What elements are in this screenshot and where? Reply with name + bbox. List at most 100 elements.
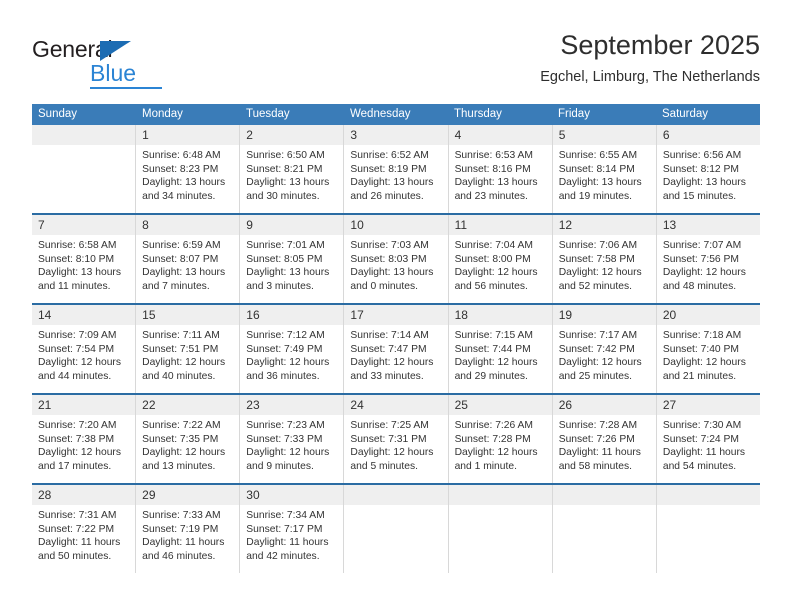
day-number: 27 <box>656 395 760 415</box>
general-blue-logo[interactable]: General Blue <box>32 36 232 92</box>
daylight-text-line1: Daylight: 12 hours <box>662 357 746 369</box>
calendar-grid: Sunday Monday Tuesday Wednesday Thursday Frid… <box>32 104 760 573</box>
calendar-day-cell[interactable]: 10 Sunrise: 7:03 AM Sunset: 8:03 PM Dayligh… <box>344 215 449 303</box>
calendar-day-cell[interactable]: 15 Sunrise: 7:11 AM Sunset: 7:51 PM Dayligh… <box>136 305 241 393</box>
calendar-day-cell[interactable]: 1 Sunrise: 6:48 AM Sunset: 8:23 PM Daylight… <box>136 125 241 213</box>
weekday-header-wednesday: Wednesday <box>350 108 411 120</box>
daylight-text-line2: and 42 minutes. <box>246 550 320 562</box>
day-number: 16 <box>240 305 344 325</box>
calendar-day-cell[interactable]: 6 Sunrise: 6:56 AM Sunset: 8:12 PM Daylight… <box>656 125 760 213</box>
logo-underline <box>90 87 162 89</box>
daylight-text-line2: and 30 minutes. <box>246 190 320 202</box>
sunrise-text: Sunrise: 7:03 AM <box>350 240 429 251</box>
day-number: 13 <box>656 215 760 235</box>
weekday-header-row: Sunday Monday Tuesday Wednesday Thursday Frid… <box>32 104 760 125</box>
sunrise-text: Sunrise: 6:55 AM <box>558 150 638 161</box>
sunrise-text: Sunrise: 7:14 AM <box>350 330 429 341</box>
day-number: 29 <box>136 485 240 505</box>
day-number: 5 <box>552 125 656 145</box>
day-number: 21 <box>32 395 136 415</box>
calendar-day-cell-empty <box>32 125 137 213</box>
day-number: 26 <box>552 395 656 415</box>
calendar-day-cell[interactable]: 9 Sunrise: 7:01 AM Sunset: 8:05 PM Daylight… <box>240 215 345 303</box>
weekday-header-thursday: Thursday <box>454 108 502 120</box>
day-details: Sunrise: 7:33 AM Sunset: 7:19 PM Daylight:… <box>136 505 239 569</box>
calendar-day-cell[interactable]: 26 Sunrise: 7:28 AM Sunset: 7:26 PM Dayligh… <box>552 395 657 483</box>
daylight-text-line1: Daylight: 13 hours <box>350 177 434 189</box>
daylight-text-line1: Daylight: 12 hours <box>142 357 226 369</box>
daylight-text-line1: Daylight: 13 hours <box>454 177 538 189</box>
calendar-day-cell[interactable]: 17 Sunrise: 7:14 AM Sunset: 7:47 PM Dayligh… <box>344 305 449 393</box>
sunrise-text: Sunrise: 7:22 AM <box>142 420 221 431</box>
calendar-day-cell[interactable]: 4 Sunrise: 6:53 AM Sunset: 8:16 PM Daylight… <box>448 125 553 213</box>
day-number: 2 <box>240 125 344 145</box>
sunset-text: Sunset: 7:19 PM <box>142 523 219 535</box>
daylight-text-line2: and 26 minutes. <box>350 190 424 202</box>
calendar-day-cell[interactable]: 13 Sunrise: 7:07 AM Sunset: 7:56 PM Dayligh… <box>656 215 760 303</box>
calendar-day-cell[interactable]: 19 Sunrise: 7:17 AM Sunset: 7:42 PM Dayligh… <box>552 305 657 393</box>
sunset-text: Sunset: 7:49 PM <box>246 343 323 355</box>
calendar-day-cell[interactable]: 21 Sunrise: 7:20 AM Sunset: 7:38 PM Dayligh… <box>32 395 137 483</box>
title-block: September 2025 Egchel, Limburg, The Neth… <box>540 28 760 86</box>
sunset-text: Sunset: 7:26 PM <box>558 433 635 445</box>
weekday-header-friday: Friday <box>558 108 590 120</box>
calendar-page: General Blue September 2025 Egchel, Limb… <box>0 0 792 612</box>
calendar-day-cell[interactable]: 23 Sunrise: 7:23 AM Sunset: 7:33 PM Dayligh… <box>240 395 345 483</box>
sunset-text: Sunset: 8:05 PM <box>246 253 323 265</box>
calendar-day-cell[interactable]: 14 Sunrise: 7:09 AM Sunset: 7:54 PM Dayligh… <box>32 305 137 393</box>
daylight-text-line2: and 1 minute. <box>454 460 517 472</box>
sunrise-text: Sunrise: 7:18 AM <box>662 330 742 341</box>
calendar-day-cell[interactable]: 25 Sunrise: 7:26 AM Sunset: 7:28 PM Dayligh… <box>448 395 553 483</box>
logo-text-blue: Blue <box>90 60 137 86</box>
calendar-day-cell[interactable]: 24 Sunrise: 7:25 AM Sunset: 7:31 PM Dayligh… <box>344 395 449 483</box>
day-details: Sunrise: 7:09 AM Sunset: 7:54 PM Daylight:… <box>32 325 135 389</box>
day-details: Sunrise: 7:12 AM Sunset: 7:49 PM Daylight:… <box>240 325 343 389</box>
calendar-day-cell[interactable]: 30 Sunrise: 7:34 AM Sunset: 7:17 PM Dayligh… <box>240 485 345 573</box>
calendar-day-cell[interactable]: 27 Sunrise: 7:30 AM Sunset: 7:24 PM Dayligh… <box>656 395 760 483</box>
sunset-text: Sunset: 7:24 PM <box>662 433 739 445</box>
calendar-day-cell[interactable]: 16 Sunrise: 7:12 AM Sunset: 7:49 PM Dayligh… <box>240 305 345 393</box>
sunset-text: Sunset: 7:51 PM <box>142 343 219 355</box>
sunrise-text: Sunrise: 6:50 AM <box>246 150 325 161</box>
day-number: 20 <box>656 305 760 325</box>
daylight-text-line1: Daylight: 11 hours <box>558 447 641 459</box>
day-details: Sunrise: 6:59 AM Sunset: 8:07 PM Daylight:… <box>136 235 239 299</box>
calendar-day-cell-empty <box>552 485 657 573</box>
day-number <box>552 485 656 505</box>
daylight-text-line1: Daylight: 12 hours <box>558 357 642 369</box>
calendar-day-cell-empty <box>656 485 760 573</box>
calendar-day-cell[interactable]: 2 Sunrise: 6:50 AM Sunset: 8:21 PM Daylight… <box>240 125 345 213</box>
sunset-text: Sunset: 7:28 PM <box>454 433 531 445</box>
daylight-text-line2: and 56 minutes. <box>454 280 528 292</box>
day-details: Sunrise: 7:18 AM Sunset: 7:40 PM Daylight:… <box>657 325 760 389</box>
day-details: Sunrise: 7:14 AM Sunset: 7:47 PM Daylight:… <box>344 325 447 389</box>
calendar-day-cell[interactable]: 3 Sunrise: 6:52 AM Sunset: 8:19 PM Daylight… <box>344 125 449 213</box>
calendar-day-cell[interactable]: 20 Sunrise: 7:18 AM Sunset: 7:40 PM Dayligh… <box>656 305 760 393</box>
daylight-text-line2: and 9 minutes. <box>246 460 314 472</box>
calendar-day-cell[interactable]: 28 Sunrise: 7:31 AM Sunset: 7:22 PM Dayligh… <box>32 485 137 573</box>
sunset-text: Sunset: 8:03 PM <box>350 253 427 265</box>
day-number: 1 <box>136 125 240 145</box>
day-number: 18 <box>448 305 552 325</box>
calendar-day-cell[interactable]: 29 Sunrise: 7:33 AM Sunset: 7:19 PM Dayligh… <box>136 485 241 573</box>
day-number <box>448 485 552 505</box>
sunrise-text: Sunrise: 7:31 AM <box>38 510 117 521</box>
day-details: Sunrise: 7:30 AM Sunset: 7:24 PM Daylight:… <box>657 415 760 479</box>
calendar-day-cell[interactable]: 8 Sunrise: 6:59 AM Sunset: 8:07 PM Daylight… <box>136 215 241 303</box>
calendar-day-cell[interactable]: 22 Sunrise: 7:22 AM Sunset: 7:35 PM Dayligh… <box>136 395 241 483</box>
daylight-text-line2: and 33 minutes. <box>350 370 424 382</box>
daylight-text-line2: and 11 minutes. <box>38 280 111 292</box>
daylight-text-line2: and 5 minutes. <box>350 460 418 472</box>
sunset-text: Sunset: 7:40 PM <box>662 343 739 355</box>
calendar-day-cell[interactable]: 11 Sunrise: 7:04 AM Sunset: 8:00 PM Dayligh… <box>448 215 553 303</box>
daylight-text-line1: Daylight: 12 hours <box>454 267 538 279</box>
daylight-text-line2: and 46 minutes. <box>142 550 216 562</box>
sunset-text: Sunset: 7:38 PM <box>38 433 115 445</box>
calendar-day-cell[interactable]: 12 Sunrise: 7:06 AM Sunset: 7:58 PM Dayligh… <box>552 215 657 303</box>
daylight-text-line2: and 36 minutes. <box>246 370 320 382</box>
calendar-day-cell[interactable]: 18 Sunrise: 7:15 AM Sunset: 7:44 PM Dayligh… <box>448 305 553 393</box>
calendar-day-cell[interactable]: 7 Sunrise: 6:58 AM Sunset: 8:10 PM Daylight… <box>32 215 137 303</box>
daylight-text-line2: and 3 minutes. <box>246 280 314 292</box>
calendar-day-cell[interactable]: 5 Sunrise: 6:55 AM Sunset: 8:14 PM Daylight… <box>552 125 657 213</box>
sunrise-text: Sunrise: 7:20 AM <box>38 420 117 431</box>
